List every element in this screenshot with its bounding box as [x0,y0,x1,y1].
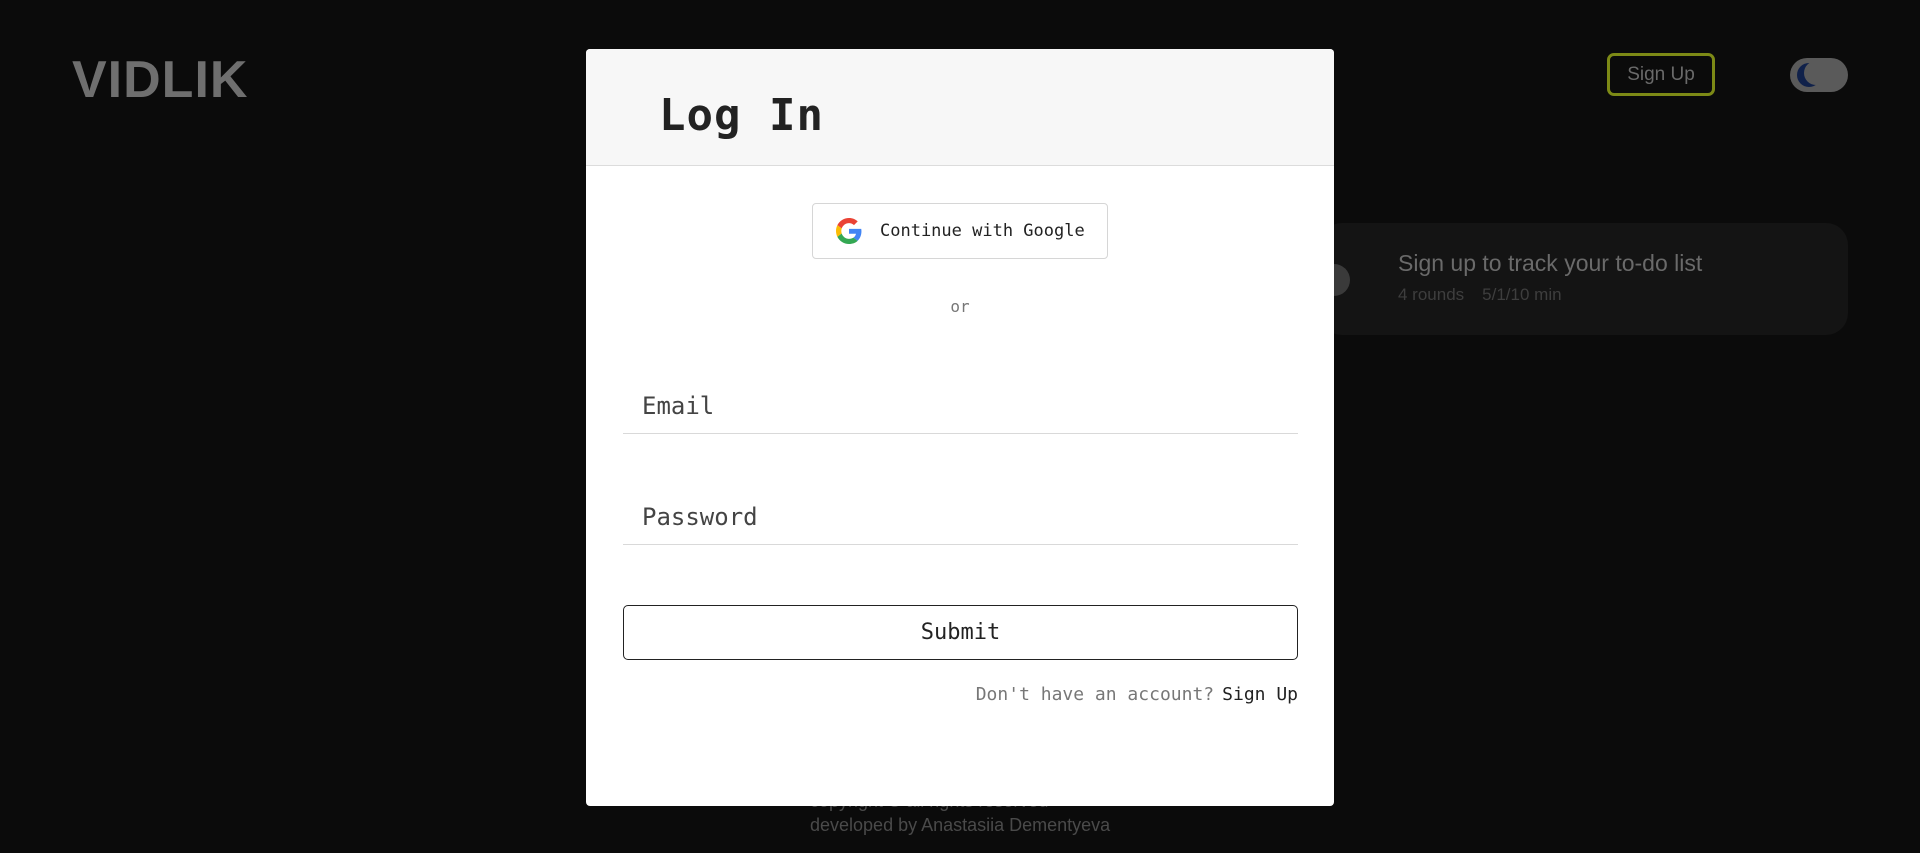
google-signin-button[interactable]: Continue with Google [812,203,1108,259]
modal-title: Log In [659,90,824,141]
modal-header: Log In [586,49,1334,166]
task-rounds: 4 rounds [1398,285,1465,304]
task-durations: 5/1/10 min [1482,285,1562,304]
task-meta: 4 rounds 5/1/10 min [1398,285,1580,305]
header-signup-button[interactable]: Sign Up [1607,53,1715,96]
theme-toggle[interactable] [1790,58,1848,92]
password-field[interactable] [623,489,1298,545]
or-divider: or [950,297,970,316]
email-field[interactable] [623,378,1298,434]
submit-button[interactable]: Submit [623,605,1298,660]
signup-link[interactable]: Sign Up [1222,684,1298,705]
google-logo-icon [836,218,862,244]
moon-icon [1797,63,1821,87]
page-root: VIDLIK Sign Up Sign up to track your to-… [0,0,1920,853]
signup-row: Don't have an account? Sign Up [976,684,1298,705]
task-card [1320,223,1848,335]
signup-prompt: Don't have an account? [975,684,1215,705]
footer-developer: developed by Anastasiia Dementyeva [810,815,1111,835]
login-modal: Log In Continue with Google or Submit Do… [586,49,1334,806]
app-logo[interactable]: VIDLIK [72,50,248,110]
google-button-label: Continue with Google [880,221,1085,241]
task-title: Sign up to track your to-do list [1398,250,1703,276]
